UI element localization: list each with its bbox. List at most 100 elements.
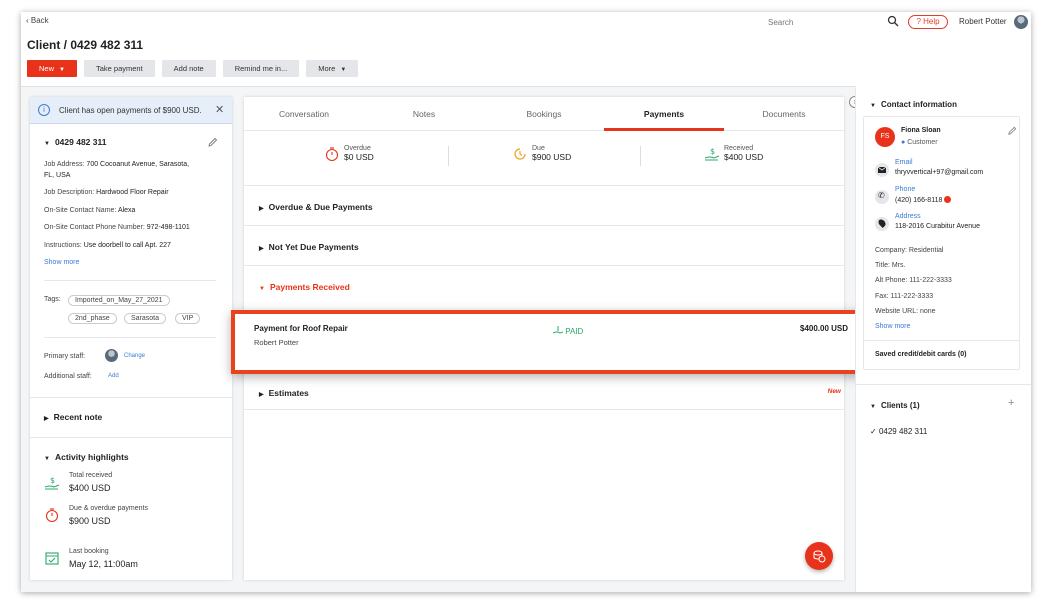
phone-value[interactable]: (420) 166-8118 [895, 196, 952, 204]
tag-chip[interactable]: Sarasota [124, 313, 167, 324]
job-address: Job Address: 700 Cocoanut Avenue, Saraso… [44, 161, 190, 168]
app-window: ‹ Back ? Help Robert Potter Client / 042… [21, 12, 1031, 592]
clients-toggle[interactable]: ▼ Clients (1) [870, 401, 920, 410]
add-note-button[interactable]: Add note [161, 60, 216, 77]
client-number-toggle[interactable]: ▼ 0429 482 311 [44, 137, 106, 147]
contact-panel: ▼ Contact information FS Fiona Sloan ● Cu… [855, 86, 1031, 592]
location-pin-icon [875, 217, 889, 231]
user-name[interactable]: Robert Potter [959, 17, 1007, 26]
payment-amount: $400.00 USD [800, 324, 849, 333]
estimates-section[interactable]: ▶ Estimates New [244, 380, 844, 410]
address-value[interactable]: 118-2016 Curabitur Avenue [895, 223, 980, 230]
primary-staff-label: Primary staff: [44, 353, 86, 360]
alert-icon [944, 196, 952, 203]
not-yet-due-section[interactable]: ▶ Not Yet Due Payments [244, 226, 844, 266]
payment-summary: Overdue $0 USD Due $900 USD $ Received $… [244, 132, 844, 186]
stopwatch-icon [45, 508, 59, 523]
due-overdue-value: $900 USD [69, 516, 111, 526]
change-staff-link[interactable]: Change [124, 353, 145, 359]
client-list-item[interactable]: ✓ 0429 482 311 [870, 427, 927, 436]
alt-phone-field: Alt Phone: 111-222-3333 [875, 277, 952, 284]
divider [44, 280, 216, 281]
divider [640, 146, 641, 166]
search-icon[interactable] [887, 15, 899, 27]
tag-chip[interactable]: VIP [175, 313, 201, 324]
title-field: Title: Mrs. [875, 262, 906, 269]
action-toolbar: New ▼ Take payment Add note Remind me in.… [27, 60, 365, 77]
onsite-contact-name: On-Site Contact Name: Alexa [44, 207, 136, 214]
edit-pencil-icon[interactable] [1007, 126, 1017, 136]
back-link[interactable]: ‹ Back [26, 16, 49, 25]
divider [448, 146, 449, 166]
clock-arrow-icon [514, 148, 526, 160]
take-payment-button[interactable]: Take payment [83, 60, 155, 77]
job-description: Job Description: Hardwood Floor Repair [44, 189, 169, 196]
total-received-label: Total received [69, 472, 113, 479]
coins-icon [813, 550, 826, 563]
search-input[interactable] [764, 15, 902, 29]
info-icon: i [38, 104, 50, 116]
caret-down-icon: ▼ [870, 103, 876, 109]
onsite-contact-phone: On-Site Contact Phone Number: 972-498-11… [44, 224, 190, 231]
checkmark-icon: ✓ [870, 427, 877, 436]
tab-documents[interactable]: Documents [724, 109, 844, 119]
tab-bar: Conversation Notes Bookings Payments Doc… [244, 97, 844, 131]
money-hand-icon: $ [704, 147, 720, 161]
last-booking-value: May 12, 11:00am [69, 559, 138, 569]
caret-right-icon: ▶ [259, 206, 264, 212]
address-label: Address [895, 213, 921, 220]
caret-right-icon: ▶ [259, 246, 264, 252]
company-field: Company: Residential [875, 247, 944, 254]
email-icon [875, 163, 889, 177]
client-details-panel: i Client has open payments of $900 USD. … [30, 97, 232, 580]
payment-row[interactable]: Payment for Roof Repair Robert Potter PA… [231, 310, 878, 374]
email-value[interactable]: thryvvertical+97@gmail.com [895, 169, 983, 176]
paid-status: PAID [552, 326, 583, 336]
due-summary: Due $900 USD [514, 145, 571, 162]
add-client-icon[interactable]: + [1008, 397, 1014, 409]
divider [864, 340, 1019, 341]
caret-down-icon: ▼ [44, 141, 50, 147]
payments-received-section[interactable]: ▼ Payments Received [244, 266, 844, 306]
help-button[interactable]: ? Help [908, 15, 948, 29]
overdue-due-section[interactable]: ▶ Overdue & Due Payments [244, 186, 844, 226]
fax-field: Fax: 111-222-3333 [875, 293, 934, 300]
job-address-line2: FL, USA [44, 172, 71, 179]
edit-pencil-icon[interactable] [207, 137, 218, 148]
total-received-value: $400 USD [69, 483, 111, 493]
caret-down-icon: ▼ [59, 67, 65, 73]
contact-info-toggle[interactable]: ▼ Contact information [870, 100, 957, 109]
user-icon: ● [901, 139, 906, 146]
payment-fab-button[interactable] [805, 542, 833, 570]
tab-bookings[interactable]: Bookings [484, 109, 604, 119]
tag-chip[interactable]: Imported_on_May_27_2021 [68, 295, 170, 306]
svg-text:$: $ [50, 476, 55, 485]
recent-note-toggle[interactable]: ▶ Recent note [44, 412, 102, 422]
phone-label: Phone [895, 186, 916, 193]
add-staff-link[interactable]: Add [108, 373, 119, 379]
contact-card: FS Fiona Sloan ● Customer Email thryvver… [863, 116, 1020, 370]
tab-conversation[interactable]: Conversation [244, 109, 364, 119]
new-badge: New [827, 388, 841, 395]
activity-highlights-toggle[interactable]: ▼ Activity highlights [44, 452, 129, 462]
close-icon[interactable]: ✕ [215, 103, 224, 116]
remind-button[interactable]: Remind me in... [222, 60, 300, 77]
tag-chip[interactable]: 2nd_phase [68, 313, 117, 324]
show-more-link[interactable]: Show more [44, 259, 79, 266]
tab-notes[interactable]: Notes [364, 109, 484, 119]
payment-title: Payment for Roof Repair [254, 324, 348, 333]
tab-payments[interactable]: Payments [604, 109, 724, 119]
saved-cards[interactable]: Saved credit/debit cards (0) [875, 351, 966, 358]
user-avatar[interactable] [1014, 15, 1028, 29]
contact-name: Fiona Sloan [901, 127, 941, 134]
page-title: Client / 0429 482 311 [27, 38, 144, 52]
show-more-link[interactable]: Show more [875, 323, 910, 330]
more-button[interactable]: More ▼ [306, 60, 359, 77]
stopwatch-icon [325, 147, 339, 162]
tags-label: Tags: [44, 296, 61, 303]
caret-down-icon: ▼ [340, 67, 347, 73]
email-label: Email [895, 159, 913, 166]
new-button[interactable]: New ▼ [27, 60, 77, 77]
divider [30, 437, 232, 438]
received-summary: $ Received $400 USD [704, 145, 763, 162]
